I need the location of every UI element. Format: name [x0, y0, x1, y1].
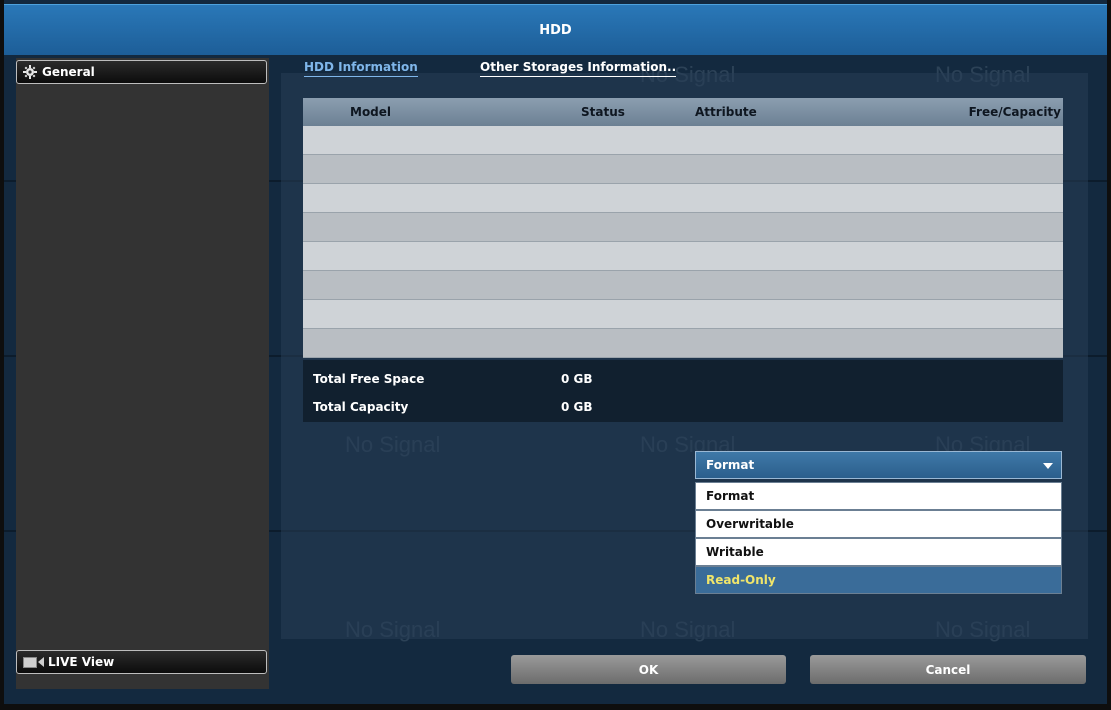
- option-format[interactable]: Format: [695, 482, 1062, 510]
- table-header: Model Status Attribute Free/Capacity: [303, 98, 1063, 126]
- gear-icon: [23, 65, 37, 79]
- ok-button[interactable]: OK: [511, 655, 786, 684]
- table-row[interactable]: [303, 126, 1063, 155]
- total-free-space-value: 0 GB: [561, 372, 593, 386]
- tab-other-storages[interactable]: Other Storages Information..: [480, 60, 677, 77]
- table-row[interactable]: [303, 300, 1063, 329]
- window-frame-bottom: [0, 704, 1111, 710]
- total-capacity-value: 0 GB: [561, 400, 593, 414]
- option-overwritable[interactable]: Overwritable: [695, 510, 1062, 538]
- window-title: HDD: [539, 22, 572, 38]
- column-header-model: Model: [350, 105, 392, 119]
- table-row[interactable]: [303, 184, 1063, 213]
- table-row[interactable]: [303, 329, 1063, 358]
- sidebar-item-live-view[interactable]: LIVE View: [16, 650, 267, 674]
- column-header-attribute: Attribute: [695, 105, 757, 119]
- attribute-select-value: Format: [706, 458, 755, 472]
- window-frame-left: [0, 0, 4, 710]
- table-row[interactable]: [303, 155, 1063, 184]
- sidebar-item-label: LIVE View: [48, 655, 115, 669]
- option-writable[interactable]: Writable: [695, 538, 1062, 566]
- total-capacity-label: Total Capacity: [313, 400, 409, 414]
- sidebar-item-general[interactable]: General: [16, 60, 267, 84]
- column-header-free-capacity: Free/Capacity: [968, 105, 1061, 119]
- window-frame-right: [1107, 0, 1111, 710]
- cancel-button[interactable]: Cancel: [810, 655, 1086, 684]
- tab-hdd-information[interactable]: HDD Information: [304, 60, 418, 77]
- table-row[interactable]: [303, 242, 1063, 271]
- window-title-bar: HDD: [4, 4, 1107, 55]
- sidebar: General LIVE View: [16, 58, 269, 689]
- total-free-space-label: Total Free Space: [313, 372, 425, 386]
- sidebar-item-label: General: [42, 65, 95, 79]
- chevron-down-icon: [1043, 463, 1053, 469]
- table-row[interactable]: [303, 213, 1063, 242]
- table-row[interactable]: [303, 271, 1063, 300]
- attribute-options-list: Format Overwritable Writable Read-Only: [695, 482, 1062, 594]
- column-header-status: Status: [581, 105, 625, 119]
- option-read-only[interactable]: Read-Only: [695, 566, 1062, 594]
- camera-icon: [23, 656, 44, 668]
- attribute-select[interactable]: Format: [695, 451, 1062, 479]
- storage-summary: Total Free Space 0 GB Total Capacity 0 G…: [303, 360, 1063, 422]
- hdd-table: Model Status Attribute Free/Capacity: [303, 98, 1063, 358]
